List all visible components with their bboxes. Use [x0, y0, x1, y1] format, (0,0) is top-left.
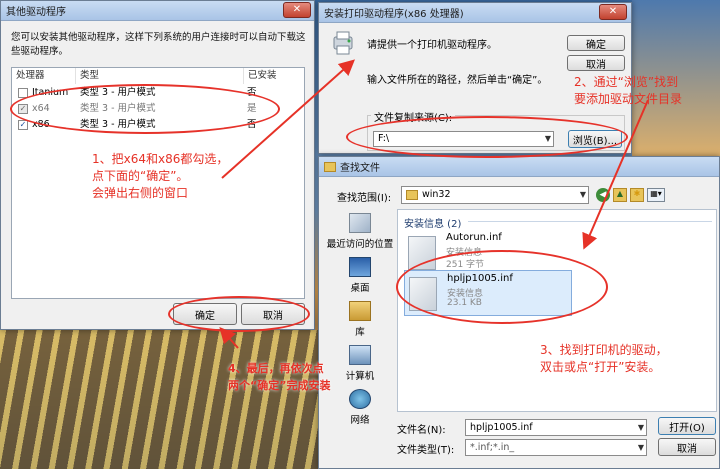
- annotation-line: 双击或点“打开”安装。: [540, 360, 661, 374]
- annotation-step2: 2、通过“浏览”找到 要添加驱动文件目录: [574, 74, 682, 108]
- annotation-step4: 4、最后，再依次点 两个“确定”完成安装: [228, 360, 330, 394]
- annotation-line: 两个“确定”完成安装: [228, 379, 331, 392]
- arrow-step4: [219, 327, 239, 349]
- annotation-line: 4、最后，再依次点: [228, 362, 324, 375]
- annotation-line: 会弹出右侧的窗口: [92, 186, 189, 200]
- annotation-line: 点下面的“确定”。: [92, 169, 189, 183]
- annotation-line: 1、把x64和x86都勾选，: [92, 152, 229, 166]
- annotation-arrows: [219, 59, 649, 349]
- annotation-line: 3、找到打印机的驱动，: [540, 343, 668, 357]
- annotation-line: 要添加驱动文件目录: [574, 92, 683, 106]
- arrow-step1: [221, 59, 355, 179]
- arrow-step2: [582, 99, 649, 250]
- annotation-step3: 3、找到打印机的驱动， 双击或点“打开”安装。: [540, 342, 668, 376]
- annotation-line: 2、通过“浏览”找到: [574, 75, 679, 89]
- annotation-step1: 1、把x64和x86都勾选， 点下面的“确定”。 会弹出右侧的窗口: [92, 151, 228, 202]
